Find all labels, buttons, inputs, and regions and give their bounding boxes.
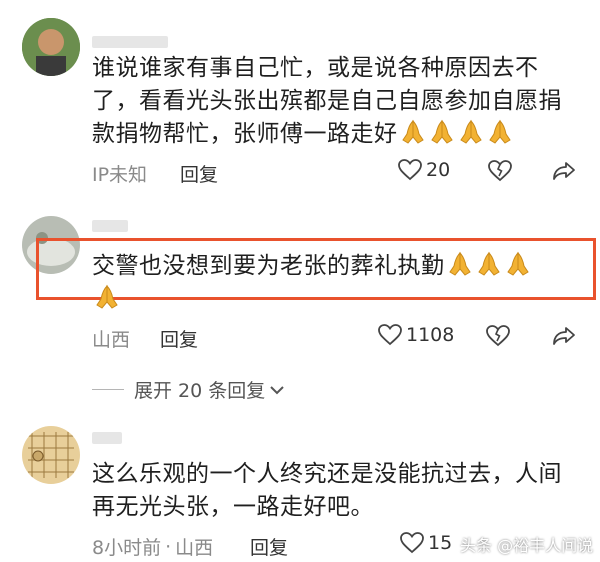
watermark: 头条 @裕丰人间说: [460, 536, 594, 555]
praying-hands-icon: [430, 119, 453, 144]
username-placeholder[interactable]: [92, 36, 168, 48]
reply-button[interactable]: 回复: [180, 160, 218, 187]
person-avatar-image: [22, 18, 80, 76]
user-avatar[interactable]: [22, 426, 80, 484]
comment-time-location: 8小时前 · 山西: [92, 535, 214, 560]
praying-hands-icon: [459, 119, 482, 144]
comment-location: IP未知: [92, 164, 148, 186]
like-button[interactable]: 1108: [378, 324, 454, 346]
praying-hands-icon: [96, 284, 118, 309]
dislike-icon[interactable]: [488, 160, 512, 182]
comment-text: 谁说谁家有事自己忙，或是说各种原因去不 了，看看光头张出殡都是自己自愿参加自愿捐…: [92, 55, 562, 147]
like-count: 20: [426, 159, 451, 181]
praying-hands-icon: [488, 119, 511, 144]
reply-button[interactable]: 回复: [250, 533, 288, 560]
heart-icon: [398, 159, 422, 181]
expand-replies-label: 展开 20 条回复: [134, 380, 266, 402]
share-icon[interactable]: [552, 326, 576, 346]
praying-hands-icon: [401, 119, 424, 144]
username-placeholder[interactable]: [92, 220, 128, 232]
expand-replies-button[interactable]: 展开 20 条回复: [92, 376, 285, 403]
heart-icon: [378, 324, 402, 346]
dislike-icon[interactable]: [486, 325, 510, 347]
divider-line: [92, 389, 124, 390]
praying-hands-icon: [506, 251, 529, 276]
comment-text: 交警也没想到要为老张的葬礼执勤: [92, 250, 532, 316]
heart-icon: [400, 532, 424, 554]
comment-location: 山西: [92, 329, 131, 351]
praying-hands-icon: [477, 251, 500, 276]
user-avatar[interactable]: [22, 18, 80, 76]
chevron-down-icon: [270, 385, 284, 394]
reply-button[interactable]: 回复: [160, 325, 198, 352]
like-count: 1108: [406, 324, 455, 346]
comment-text: 这么乐观的一个人终究还是没能抗过去，人间 再无光头张，一路走好吧。: [92, 461, 562, 520]
chessboard-avatar-image: [22, 426, 80, 484]
like-count: 15: [428, 532, 453, 554]
like-button[interactable]: 15: [400, 532, 452, 554]
praying-hands-icon: [448, 251, 471, 276]
like-button[interactable]: 20: [398, 159, 450, 181]
share-icon[interactable]: [552, 161, 576, 181]
username-placeholder[interactable]: [92, 432, 122, 444]
